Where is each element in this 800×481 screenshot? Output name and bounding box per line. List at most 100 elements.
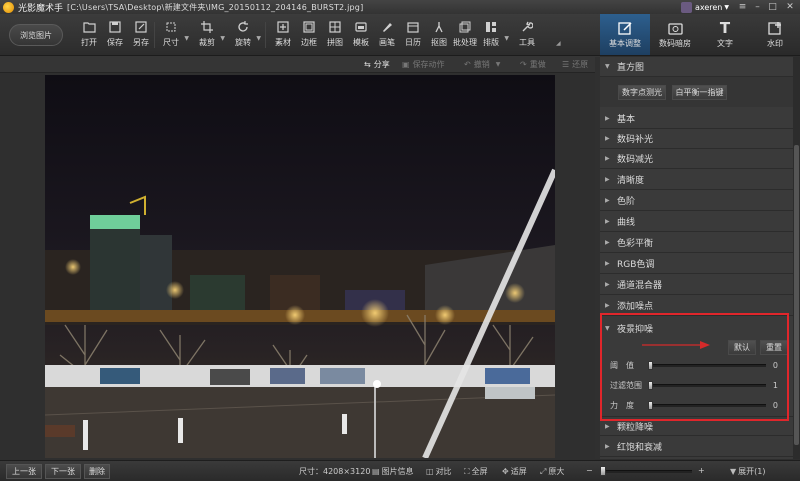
zoom-slider-knob[interactable] <box>600 466 606 476</box>
tab-label: 基本调整 <box>609 39 641 48</box>
compare-label: 对比 <box>435 467 452 476</box>
brush-button[interactable]: 画笔 <box>374 20 400 52</box>
default-button[interactable]: 默认 <box>728 340 756 355</box>
border-button[interactable]: 边框 <box>296 20 322 52</box>
slider-knob[interactable] <box>648 400 653 410</box>
section-label: 基本 <box>617 115 636 125</box>
calendar-button[interactable]: 日历 <box>400 20 426 52</box>
section-curves[interactable]: ▶ 曲线 <box>600 212 793 232</box>
fit-icon: ✥ <box>502 467 509 476</box>
fit-screen-button[interactable]: ✥ 适屏 <box>502 466 527 477</box>
compare-button[interactable]: ◫ 对比 <box>426 466 452 477</box>
browse-images-button[interactable]: 浏览图片 <box>9 24 63 46</box>
tab-label: 文字 <box>717 39 733 48</box>
tab-basic-adjust[interactable]: 基本调整 <box>600 14 650 55</box>
section-basic[interactable]: ▶ 基本 <box>600 109 793 129</box>
template-button[interactable]: 模板 <box>348 20 374 52</box>
brush-icon <box>380 20 394 34</box>
section-red-saturation[interactable]: ▶ 红饱和衰减 <box>600 437 793 457</box>
chevron-down-icon[interactable]: ▼ <box>496 61 501 68</box>
section-rgb-tone[interactable]: ▶ RGB色调 <box>600 254 793 274</box>
scrollbar-thumb[interactable] <box>794 145 799 445</box>
tab-watermark[interactable]: 水印 <box>750 14 800 55</box>
save-icon <box>108 20 122 34</box>
undo-button[interactable]: ↶ 撤销 ▼ <box>464 59 500 70</box>
section-add-noise[interactable]: ▶ 添加噪点 <box>600 296 793 316</box>
section-night-denoise[interactable]: ▼ 夜景抑噪 <box>600 318 793 338</box>
more-tools-icon[interactable]: ◢ <box>556 40 561 47</box>
chevron-right-icon: ▶ <box>605 239 610 246</box>
zoom-slider[interactable] <box>600 466 692 476</box>
tools-button[interactable]: 工具 <box>514 20 540 52</box>
cutout-button[interactable]: 抠图 <box>426 20 452 52</box>
section-color-balance[interactable]: ▶ 色彩平衡 <box>600 233 793 253</box>
zoom-in-button[interactable]: + <box>698 466 705 475</box>
image-canvas[interactable] <box>0 73 595 460</box>
batch-button[interactable]: 批处理 <box>452 20 478 52</box>
section-label: 添加噪点 <box>617 302 654 312</box>
prev-image-button[interactable]: 上一张 <box>6 464 42 479</box>
maximize-button[interactable]: □ <box>765 0 780 14</box>
open-button[interactable]: 打开 <box>76 20 102 52</box>
close-button[interactable]: ✕ <box>780 0 800 14</box>
collage-button[interactable]: 拼图 <box>322 20 348 52</box>
section-channel-mixer[interactable]: ▶ 通道混合器 <box>600 275 793 295</box>
reset-button[interactable]: 重置 <box>760 340 788 355</box>
original-size-button[interactable]: ⤢ 原大 <box>540 466 564 477</box>
crop-button[interactable]: 裁剪 ▼ <box>194 20 225 52</box>
image-info-label: 图片信息 <box>381 467 414 476</box>
section-grain-denoise[interactable]: ▶ 颗粒降噪 <box>600 416 793 436</box>
tab-text[interactable]: T 文字 <box>700 14 750 55</box>
slider-knob[interactable] <box>648 360 653 370</box>
restore-button[interactable]: ☰ 还原 <box>562 59 588 70</box>
photo-preview[interactable] <box>45 75 555 458</box>
material-button[interactable]: 素材 <box>270 20 296 52</box>
chevron-down-icon[interactable]: ▼ <box>184 35 189 42</box>
chevron-down-icon[interactable]: ▼ <box>504 35 509 42</box>
fullscreen-button[interactable]: ⛶ 全屏 <box>464 466 488 477</box>
chevron-right-icon: ▶ <box>605 260 610 267</box>
slider-knob[interactable] <box>648 380 653 390</box>
save-button[interactable]: 保存 <box>102 20 128 52</box>
share-icon: ⇆ <box>364 60 371 69</box>
share-button[interactable]: ⇆ 分享 <box>364 59 390 70</box>
restore-label: 还原 <box>572 60 589 69</box>
next-image-button[interactable]: 下一张 <box>45 464 81 479</box>
restore-icon: ☰ <box>562 60 570 69</box>
strength-slider[interactable] <box>648 400 766 410</box>
redo-button[interactable]: ↷ 重做 <box>520 59 546 70</box>
tab-digital-darkroom[interactable]: 数码暗房 <box>650 14 700 55</box>
expand-button[interactable]: ▼ 展开(1) <box>730 466 766 477</box>
menu-icon[interactable]: ≡ <box>735 0 750 14</box>
resize-button[interactable]: 尺寸 ▼ <box>158 20 189 52</box>
rotate-button[interactable]: 旋转 ▼ <box>230 20 261 52</box>
minimize-button[interactable]: – <box>750 0 765 14</box>
section-levels[interactable]: ▶ 色阶 <box>600 191 793 211</box>
threshold-slider[interactable] <box>648 360 766 370</box>
delete-button[interactable]: 删除 <box>84 464 110 479</box>
section-clarity[interactable]: ▶ 清晰度 <box>600 170 793 190</box>
zoom-out-button[interactable]: − <box>586 466 593 475</box>
section-histogram[interactable]: ▼ 直方图 <box>600 57 793 77</box>
section-reduce-light[interactable]: ▶ 数码减光 <box>600 149 793 169</box>
rotate-icon <box>236 20 250 34</box>
white-balance-button[interactable]: 白平衡一指键 <box>672 85 727 100</box>
panel-scrollbar[interactable] <box>793 57 800 459</box>
chevron-down-icon: ▼ <box>730 467 737 476</box>
fit-label: 适屏 <box>510 467 527 476</box>
save-as-button[interactable]: 另存 <box>128 20 154 52</box>
section-fill-light[interactable]: ▶ 数码补光 <box>600 129 793 149</box>
save-action-button[interactable]: ▣ 保存动作 <box>402 59 445 70</box>
digital-metering-button[interactable]: 数字点测光 <box>618 85 666 100</box>
layout-button[interactable]: 排版 ▼ <box>478 20 509 52</box>
open-icon <box>82 20 96 34</box>
filter-range-slider[interactable] <box>648 380 766 390</box>
user-name: axeren <box>694 2 723 12</box>
user-account[interactable]: axeren ▼ <box>680 1 729 13</box>
chevron-down-icon[interactable]: ▼ <box>256 35 261 42</box>
chevron-down-icon[interactable]: ▼ <box>220 35 225 42</box>
save-as-label: 另存 <box>133 38 149 47</box>
wrench-icon <box>520 20 534 34</box>
chevron-down-icon: ▼ <box>605 63 610 70</box>
image-info-button[interactable]: ▤ 图片信息 <box>372 466 414 477</box>
